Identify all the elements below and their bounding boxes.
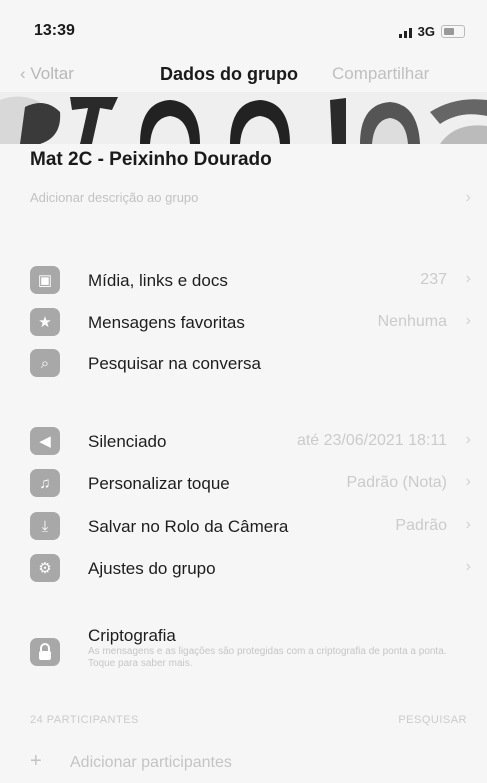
- page-title: Dados do grupo: [160, 64, 298, 84]
- chevron-right-icon: ›: [465, 312, 471, 329]
- row-label: Pesquisar na conversa: [88, 354, 261, 373]
- add-participants-label: Adicionar participantes: [70, 754, 232, 771]
- row-label: Salvar no Rolo da Câmera: [88, 517, 289, 536]
- group-description-field[interactable]: Adicionar descrição ao grupo: [30, 190, 198, 205]
- chevron-right-icon: ›: [465, 558, 471, 575]
- row-value: Nenhuma: [377, 313, 447, 330]
- row-label: Mensagens favoritas: [88, 313, 245, 332]
- row-label: Personalizar toque: [88, 474, 230, 493]
- media-links-docs-row[interactable]: ▣ Mídia, links e docs 237 ›: [0, 261, 487, 301]
- music-note-icon: ♫: [30, 469, 60, 497]
- chevron-right-icon: ›: [465, 473, 471, 490]
- chevron-right-icon: ›: [465, 270, 471, 287]
- row-label: Mídia, links e docs: [88, 271, 228, 290]
- row-value: 237: [420, 271, 447, 288]
- encryption-subtitle: As mensagens e as ligações são protegida…: [88, 646, 447, 669]
- row-label: Ajustes do grupo: [88, 559, 216, 578]
- media-icon: ▣: [30, 266, 60, 294]
- row-value: até 23/06/2021 18:11: [296, 432, 447, 449]
- row-value: Padrão (Nota): [346, 474, 448, 491]
- group-photo-image: [0, 92, 487, 144]
- save-camera-roll-row[interactable]: ⤓ Salvar no Rolo da Câmera Padrão ›: [0, 507, 487, 547]
- back-button[interactable]: ‹ Voltar: [20, 64, 74, 84]
- row-value: Padrão: [395, 517, 447, 534]
- group-settings-row[interactable]: ⚙ Ajustes do grupo ›: [0, 549, 487, 589]
- group-photo[interactable]: [0, 92, 487, 144]
- plus-icon: +: [30, 750, 42, 772]
- share-button[interactable]: Compartilhar: [332, 64, 429, 84]
- mute-icon: ◀: [30, 427, 60, 455]
- custom-tone-row[interactable]: ♫ Personalizar toque Padrão (Nota) ›: [0, 464, 487, 504]
- search-icon: ⌕: [30, 349, 60, 377]
- signal-icon: [398, 26, 412, 38]
- chevron-right-icon: ›: [465, 431, 471, 448]
- star-icon: ★: [30, 308, 60, 336]
- nav-bar: ‹ Voltar Dados do grupo Compartilhar: [0, 60, 487, 90]
- row-label: Silenciado: [88, 432, 167, 451]
- network-label: 3G: [417, 24, 435, 39]
- search-conversation-row[interactable]: ⌕ Pesquisar na conversa: [0, 344, 487, 384]
- search-participants-button[interactable]: PESQUISAR: [398, 714, 467, 726]
- muted-row[interactable]: ◀ Silenciado até 23/06/2021 18:11 ›: [0, 422, 487, 462]
- status-bar: 13:39 3G: [0, 0, 487, 56]
- battery-icon: [441, 25, 465, 38]
- add-participants-button[interactable]: + Adicionar participantes: [30, 750, 232, 773]
- back-label: Voltar: [30, 64, 74, 83]
- status-time: 13:39: [34, 22, 75, 39]
- status-indicators: 3G: [398, 24, 465, 39]
- participants-header: 24 PARTICIPANTES: [30, 714, 139, 726]
- group-name[interactable]: Mat 2C - Peixinho Dourado: [30, 149, 272, 171]
- save-icon: ⤓: [30, 512, 60, 540]
- encryption-title: Criptografia: [88, 626, 176, 645]
- chevron-right-icon: ›: [465, 189, 471, 206]
- encryption-row[interactable]: Criptografia As mensagens e as ligações …: [0, 620, 487, 690]
- lock-icon: [30, 638, 60, 666]
- starred-messages-row[interactable]: ★ Mensagens favoritas Nenhuma ›: [0, 303, 487, 343]
- settings-icon: ⚙: [30, 554, 60, 582]
- chevron-right-icon: ›: [465, 516, 471, 533]
